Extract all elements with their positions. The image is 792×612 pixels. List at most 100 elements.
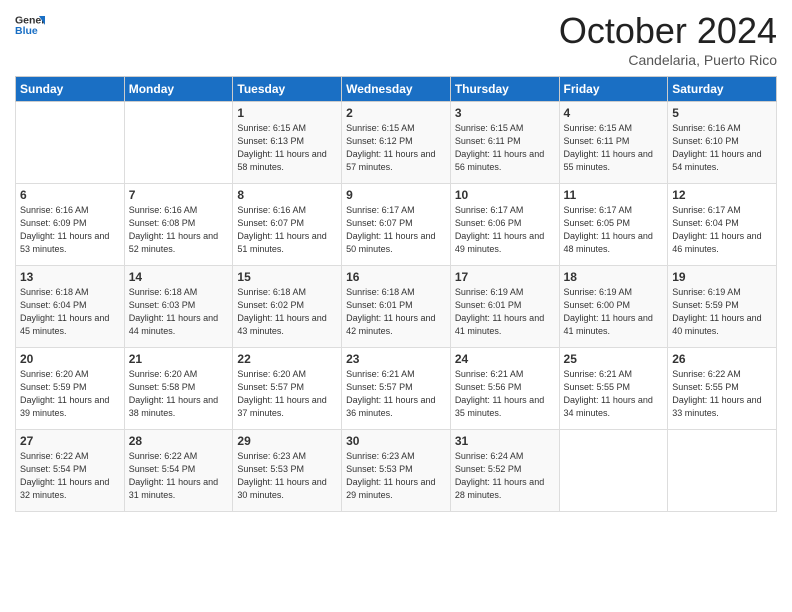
location: Candelaria, Puerto Rico [559,52,777,68]
day-detail: Sunrise: 6:16 AM Sunset: 6:07 PM Dayligh… [237,204,337,256]
day-number: 14 [129,270,229,284]
day-detail: Sunrise: 6:21 AM Sunset: 5:55 PM Dayligh… [564,368,664,420]
day-detail: Sunrise: 6:23 AM Sunset: 5:53 PM Dayligh… [346,450,446,502]
day-of-week-header: Tuesday [233,77,342,102]
calendar-cell: 10 Sunrise: 6:17 AM Sunset: 6:06 PM Dayli… [450,184,559,266]
day-detail: Sunrise: 6:20 AM Sunset: 5:57 PM Dayligh… [237,368,337,420]
title-area: October 2024 Candelaria, Puerto Rico [559,10,777,68]
day-detail: Sunrise: 6:15 AM Sunset: 6:12 PM Dayligh… [346,122,446,174]
day-detail: Sunrise: 6:16 AM Sunset: 6:08 PM Dayligh… [129,204,229,256]
calendar-cell: 21 Sunrise: 6:20 AM Sunset: 5:58 PM Dayli… [124,348,233,430]
day-number: 4 [564,106,664,120]
calendar-cell: 11 Sunrise: 6:17 AM Sunset: 6:05 PM Dayli… [559,184,668,266]
page-header: General Blue October 2024 Candelaria, Pu… [15,10,777,68]
day-detail: Sunrise: 6:18 AM Sunset: 6:04 PM Dayligh… [20,286,120,338]
day-detail: Sunrise: 6:18 AM Sunset: 6:01 PM Dayligh… [346,286,446,338]
day-detail: Sunrise: 6:16 AM Sunset: 6:10 PM Dayligh… [672,122,772,174]
day-detail: Sunrise: 6:18 AM Sunset: 6:02 PM Dayligh… [237,286,337,338]
day-number: 10 [455,188,555,202]
day-number: 3 [455,106,555,120]
day-detail: Sunrise: 6:15 AM Sunset: 6:11 PM Dayligh… [455,122,555,174]
day-of-week-header: Sunday [16,77,125,102]
day-number: 23 [346,352,446,366]
calendar-cell: 26 Sunrise: 6:22 AM Sunset: 5:55 PM Dayli… [668,348,777,430]
day-number: 8 [237,188,337,202]
day-detail: Sunrise: 6:20 AM Sunset: 5:58 PM Dayligh… [129,368,229,420]
day-detail: Sunrise: 6:21 AM Sunset: 5:57 PM Dayligh… [346,368,446,420]
calendar-cell: 20 Sunrise: 6:20 AM Sunset: 5:59 PM Dayli… [16,348,125,430]
day-detail: Sunrise: 6:21 AM Sunset: 5:56 PM Dayligh… [455,368,555,420]
calendar-week-row: 1Sunrise: 6:15 AM Sunset: 6:13 PM Daylig… [16,102,777,184]
calendar-cell: 7 Sunrise: 6:16 AM Sunset: 6:08 PM Daylig… [124,184,233,266]
day-of-week-header: Friday [559,77,668,102]
day-number: 18 [564,270,664,284]
calendar-cell: 2 Sunrise: 6:15 AM Sunset: 6:12 PM Daylig… [342,102,451,184]
calendar-cell: 14Sunrise: 6:18 AM Sunset: 6:03 PM Dayli… [124,266,233,348]
day-number: 12 [672,188,772,202]
calendar-table: SundayMondayTuesdayWednesdayThursdayFrid… [15,76,777,512]
day-number: 19 [672,270,772,284]
calendar-cell: 13 Sunrise: 6:18 AM Sunset: 6:04 PM Dayli… [16,266,125,348]
day-number: 31 [455,434,555,448]
day-number: 13 [20,270,120,284]
day-detail: Sunrise: 6:19 AM Sunset: 6:00 PM Dayligh… [564,286,664,338]
calendar-cell: 17 Sunrise: 6:19 AM Sunset: 6:01 PM Dayli… [450,266,559,348]
calendar-cell: 1Sunrise: 6:15 AM Sunset: 6:13 PM Daylig… [233,102,342,184]
calendar-body: 1Sunrise: 6:15 AM Sunset: 6:13 PM Daylig… [16,102,777,512]
logo-icon: General Blue [15,10,45,40]
calendar-week-row: 13 Sunrise: 6:18 AM Sunset: 6:04 PM Dayli… [16,266,777,348]
day-number: 30 [346,434,446,448]
day-detail: Sunrise: 6:22 AM Sunset: 5:55 PM Dayligh… [672,368,772,420]
day-number: 26 [672,352,772,366]
svg-text:Blue: Blue [15,25,38,37]
calendar-cell: 12Sunrise: 6:17 AM Sunset: 6:04 PM Dayli… [668,184,777,266]
day-number: 1 [237,106,337,120]
day-number: 22 [237,352,337,366]
calendar-cell: 25 Sunrise: 6:21 AM Sunset: 5:55 PM Dayli… [559,348,668,430]
day-number: 21 [129,352,229,366]
calendar-cell: 3 Sunrise: 6:15 AM Sunset: 6:11 PM Daylig… [450,102,559,184]
calendar-cell [559,430,668,512]
day-detail: Sunrise: 6:22 AM Sunset: 5:54 PM Dayligh… [20,450,120,502]
calendar-cell: 9Sunrise: 6:17 AM Sunset: 6:07 PM Daylig… [342,184,451,266]
day-number: 27 [20,434,120,448]
calendar-cell [668,430,777,512]
calendar-cell: 23 Sunrise: 6:21 AM Sunset: 5:57 PM Dayli… [342,348,451,430]
day-detail: Sunrise: 6:23 AM Sunset: 5:53 PM Dayligh… [237,450,337,502]
calendar-cell: 15Sunrise: 6:18 AM Sunset: 6:02 PM Dayli… [233,266,342,348]
day-number: 20 [20,352,120,366]
day-detail: Sunrise: 6:17 AM Sunset: 6:05 PM Dayligh… [564,204,664,256]
calendar-cell: 24 Sunrise: 6:21 AM Sunset: 5:56 PM Dayli… [450,348,559,430]
logo: General Blue [15,10,45,40]
day-number: 28 [129,434,229,448]
day-detail: Sunrise: 6:19 AM Sunset: 6:01 PM Dayligh… [455,286,555,338]
calendar-week-row: 6 Sunrise: 6:16 AM Sunset: 6:09 PM Daylig… [16,184,777,266]
calendar-header-row: SundayMondayTuesdayWednesdayThursdayFrid… [16,77,777,102]
calendar-cell: 30 Sunrise: 6:23 AM Sunset: 5:53 PM Dayli… [342,430,451,512]
day-number: 6 [20,188,120,202]
calendar-cell: 28Sunrise: 6:22 AM Sunset: 5:54 PM Dayli… [124,430,233,512]
day-detail: Sunrise: 6:17 AM Sunset: 6:06 PM Dayligh… [455,204,555,256]
calendar-cell: 18 Sunrise: 6:19 AM Sunset: 6:00 PM Dayli… [559,266,668,348]
day-number: 9 [346,188,446,202]
day-of-week-header: Thursday [450,77,559,102]
day-number: 5 [672,106,772,120]
day-number: 25 [564,352,664,366]
day-number: 16 [346,270,446,284]
day-number: 2 [346,106,446,120]
calendar-cell [16,102,125,184]
day-of-week-header: Saturday [668,77,777,102]
day-of-week-header: Monday [124,77,233,102]
day-detail: Sunrise: 6:15 AM Sunset: 6:11 PM Dayligh… [564,122,664,174]
day-number: 24 [455,352,555,366]
day-detail: Sunrise: 6:24 AM Sunset: 5:52 PM Dayligh… [455,450,555,502]
calendar-cell: 22 Sunrise: 6:20 AM Sunset: 5:57 PM Dayli… [233,348,342,430]
day-number: 11 [564,188,664,202]
calendar-cell: 16 Sunrise: 6:18 AM Sunset: 6:01 PM Dayli… [342,266,451,348]
day-number: 17 [455,270,555,284]
day-detail: Sunrise: 6:16 AM Sunset: 6:09 PM Dayligh… [20,204,120,256]
day-number: 7 [129,188,229,202]
calendar-week-row: 27 Sunrise: 6:22 AM Sunset: 5:54 PM Dayli… [16,430,777,512]
calendar-week-row: 20 Sunrise: 6:20 AM Sunset: 5:59 PM Dayli… [16,348,777,430]
day-detail: Sunrise: 6:20 AM Sunset: 5:59 PM Dayligh… [20,368,120,420]
